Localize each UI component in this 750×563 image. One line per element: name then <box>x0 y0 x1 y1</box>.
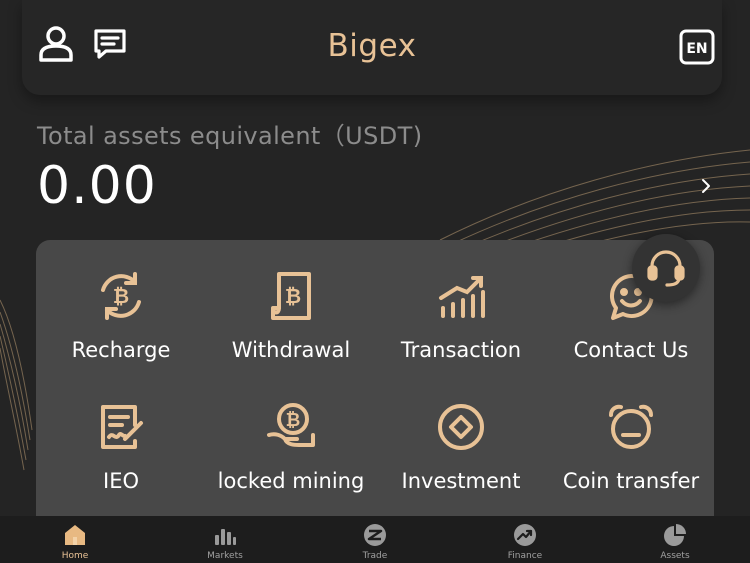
trend-chart-icon <box>439 276 485 318</box>
function-panel: ₿ Recharge ₿ Withdrawal Transaction Cont… <box>36 240 714 530</box>
diamond-circle-icon <box>438 404 484 450</box>
menu-label: Withdrawal <box>231 338 351 362</box>
tab-label: Finance <box>507 551 543 561</box>
tab-label: Home <box>61 551 89 561</box>
menu-item-ieo[interactable]: IEO <box>36 399 206 509</box>
menu-item-investment[interactable]: Investment <box>376 399 546 509</box>
bitcoin-cycle-icon: ₿ <box>101 272 141 320</box>
top-header: Bigex EN <box>22 0 722 95</box>
svg-text:₿: ₿ <box>113 284 129 308</box>
finance-icon <box>514 524 536 546</box>
total-assets-label: Total assets equivalent（USDT) <box>37 122 423 150</box>
pie-chart-icon <box>664 524 686 546</box>
menu-item-withdrawal[interactable]: ₿ Withdrawal <box>206 268 376 378</box>
tab-label: Markets <box>207 551 243 561</box>
chevron-right-icon[interactable] <box>698 177 714 195</box>
headset-icon <box>647 250 685 287</box>
menu-item-coin-transfer[interactable]: Coin transfer <box>546 399 716 509</box>
menu-label: Contact Us <box>573 338 689 362</box>
total-assets-value: 0.00 <box>37 156 157 216</box>
signature-document-icon <box>101 405 143 449</box>
menu-label: Investment <box>401 469 521 493</box>
bitcoin-document-icon: ₿ <box>271 272 311 320</box>
customer-support-button[interactable] <box>632 234 700 302</box>
language-badge: EN <box>686 41 707 57</box>
tab-label: Assets <box>660 551 690 561</box>
app-title: Bigex <box>327 28 417 64</box>
menu-item-locked-mining[interactable]: ₿ locked mining <box>206 399 376 509</box>
alarm-clock-icon <box>609 404 653 449</box>
home-icon <box>65 525 85 545</box>
tab-markets[interactable]: Markets <box>150 516 300 563</box>
svg-text:₿: ₿ <box>286 410 301 431</box>
bar-chart-icon <box>215 529 236 545</box>
menu-label: Transaction <box>400 338 522 362</box>
tab-assets[interactable]: Assets <box>600 516 750 563</box>
trade-icon <box>364 524 386 546</box>
svg-text:₿: ₿ <box>285 284 301 308</box>
language-icon: EN <box>679 29 715 65</box>
menu-item-transaction[interactable]: Transaction <box>376 268 546 378</box>
language-switch[interactable]: EN <box>677 27 717 67</box>
menu-label: Coin transfer <box>562 469 700 493</box>
menu-item-recharge[interactable]: ₿ Recharge <box>36 268 206 378</box>
bottom-tab-bar: Home Markets Trade Finance Assets <box>0 516 750 563</box>
tab-label: Trade <box>362 551 388 561</box>
tab-home[interactable]: Home <box>0 516 150 563</box>
menu-label: Recharge <box>71 338 171 362</box>
tab-trade[interactable]: Trade <box>300 516 450 563</box>
bitcoin-hand-icon: ₿ <box>267 403 315 447</box>
tab-finance[interactable]: Finance <box>450 516 600 563</box>
menu-label: locked mining <box>217 469 365 493</box>
menu-label: IEO <box>103 469 139 493</box>
